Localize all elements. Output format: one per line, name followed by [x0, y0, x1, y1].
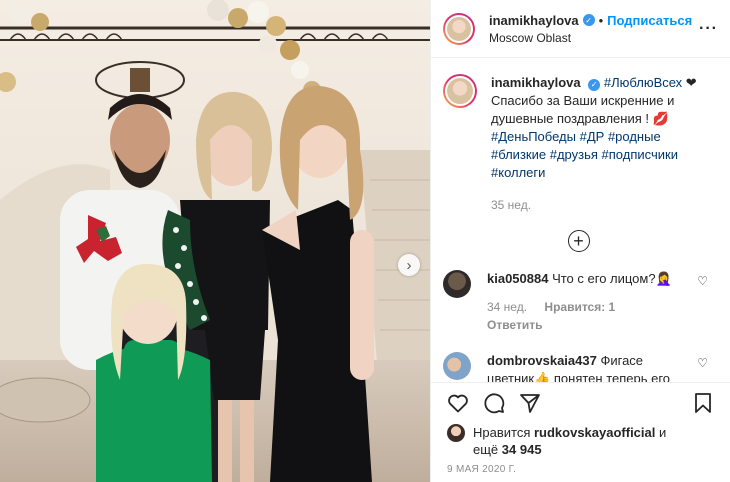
next-photo-button[interactable]: › — [398, 254, 420, 276]
post-header: inamikhaylova ✓ • Подписаться Moscow Obl… — [431, 0, 730, 58]
post-location[interactable]: Moscow Oblast — [489, 31, 692, 45]
reply-button[interactable]: Ответить — [487, 318, 542, 332]
action-bar — [431, 382, 730, 422]
comment-timestamp[interactable]: 34 нед. — [487, 300, 527, 314]
comments-section[interactable]: inamikhaylova ✓ #ЛюблюВсех ❤ Спасибо за … — [431, 58, 730, 382]
comment-item: kia050884 Что с его лицом?🤦‍♀️ 34 нед. Н… — [443, 270, 714, 334]
plus-circle-icon[interactable]: + — [567, 230, 590, 252]
hashtag-link[interactable]: #подписчики — [602, 147, 678, 162]
follow-button[interactable]: Подписаться — [607, 13, 692, 28]
commenter-username[interactable]: dombrovskaia437 — [487, 353, 597, 368]
hashtag-link[interactable]: #ДР — [580, 129, 605, 144]
comment-bubble-icon[interactable] — [481, 390, 507, 416]
hashtag-link[interactable]: #друзья — [550, 147, 598, 162]
likes-count[interactable]: 34 945 — [502, 442, 542, 457]
verified-icon: ✓ — [588, 79, 601, 91]
post-photo[interactable]: › — [0, 0, 430, 482]
likes-summary: Нравится rudkovskayaofficial и ещё 34 94… — [447, 424, 714, 458]
author-avatar[interactable] — [443, 12, 475, 45]
author-username[interactable]: inamikhaylova — [489, 13, 579, 28]
chevron-right-icon: › — [406, 256, 412, 274]
comment-likes[interactable]: Нравится: 1 — [544, 300, 615, 314]
commenter-avatar[interactable] — [443, 270, 471, 298]
load-more-comments[interactable]: + — [443, 230, 714, 252]
hashtag-link[interactable]: #родные — [608, 129, 661, 144]
share-paper-plane-icon[interactable] — [517, 390, 543, 416]
like-heart-icon[interactable] — [445, 390, 471, 416]
caption-avatar[interactable] — [443, 74, 477, 108]
verified-icon: ✓ — [582, 14, 595, 26]
likes-more-prefix: ещё — [473, 442, 502, 457]
photo-image — [0, 0, 430, 482]
hashtag-link[interactable]: #коллеги — [491, 165, 545, 180]
comment-text: Что с его лицом?🤦‍♀️ — [552, 271, 672, 286]
liker-username[interactable]: rudkovskayaofficial — [534, 425, 655, 440]
liker-avatar[interactable] — [447, 424, 465, 442]
caption-timestamp[interactable]: 35 нед. — [491, 196, 711, 214]
caption-username[interactable]: inamikhaylova — [491, 75, 581, 90]
comment-item: dombrovskaia437 Фигасе цветник👍 понятен … — [443, 352, 714, 382]
commenter-avatar[interactable] — [443, 352, 471, 380]
save-bookmark-icon[interactable] — [690, 390, 716, 416]
separator-dot: • — [598, 12, 604, 28]
post-panel: inamikhaylova ✓ • Подписаться Moscow Obl… — [430, 0, 730, 482]
like-comment-heart-icon[interactable]: ♡ — [697, 356, 708, 370]
post-date[interactable]: 9 МАЯ 2020 Г. — [447, 464, 516, 475]
commenter-username[interactable]: kia050884 — [487, 271, 548, 286]
likes-and: и — [655, 425, 667, 440]
likes-prefix: Нравится — [473, 425, 534, 440]
post-caption: inamikhaylova ✓ #ЛюблюВсех ❤ Спасибо за … — [443, 74, 714, 214]
hashtag-link[interactable]: #ДеньПобеды — [491, 129, 576, 144]
hashtag-link[interactable]: #ЛюблюВсех — [604, 75, 682, 90]
like-comment-heart-icon[interactable]: ♡ — [697, 274, 708, 288]
hashtag-link[interactable]: #близкие — [491, 147, 546, 162]
more-options-icon[interactable]: ··· — [699, 20, 718, 38]
